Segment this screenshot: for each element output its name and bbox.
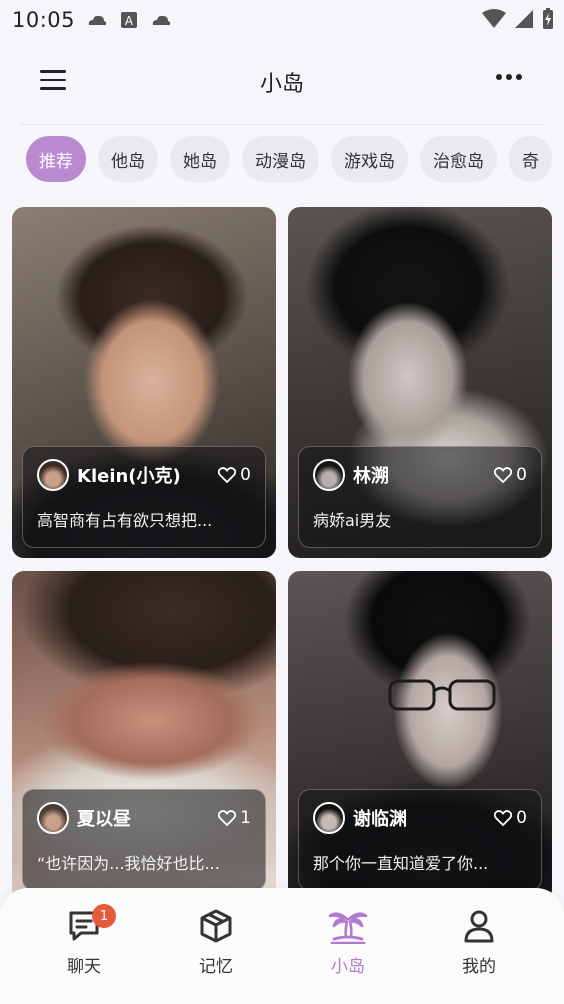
heart-icon bbox=[494, 810, 513, 826]
character-description: 病娇ai男友 bbox=[313, 511, 392, 530]
character-description: 那个你一直知道爱了你... bbox=[313, 854, 489, 873]
system-icons bbox=[482, 8, 554, 30]
notification-icons: A bbox=[87, 12, 171, 28]
status-bar: 10:05 A bbox=[0, 0, 564, 40]
heart-icon bbox=[494, 467, 513, 483]
tab-more-island[interactable]: 奇 bbox=[509, 136, 552, 182]
tab-recommend[interactable]: 推荐 bbox=[26, 136, 86, 182]
nav-label: 聊天 bbox=[67, 957, 101, 977]
battery-icon bbox=[543, 8, 553, 29]
nav-item-chat[interactable]: 1 聊天 bbox=[44, 904, 124, 977]
user-icon bbox=[464, 910, 494, 943]
cloud-icon bbox=[152, 15, 171, 25]
tab-anime-island[interactable]: 动漫岛 bbox=[242, 136, 319, 182]
header-divider bbox=[20, 124, 544, 125]
character-name: 林溯 bbox=[353, 466, 389, 487]
unread-badge: 1 bbox=[92, 904, 116, 928]
more-options-icon[interactable] bbox=[496, 74, 522, 80]
card-info-panel: 谢临渊 0 那个你一直知道爱了你... bbox=[298, 789, 542, 891]
wifi-icon bbox=[482, 9, 506, 28]
character-card[interactable]: 林溯 0 病娇ai男友 bbox=[288, 207, 552, 558]
nav-label: 我的 bbox=[462, 957, 496, 977]
avatar bbox=[313, 802, 345, 834]
character-card[interactable]: Klein(小克) 0 高智商有占有欲只想把... bbox=[12, 207, 276, 558]
avatar bbox=[37, 802, 69, 834]
category-tabs: 推荐 他岛 她岛 动漫岛 游戏岛 治愈岛 奇 bbox=[26, 136, 552, 184]
cube-icon bbox=[200, 909, 232, 943]
signal-icon bbox=[515, 10, 533, 28]
status-time: 10:05 bbox=[12, 8, 76, 32]
like-button[interactable]: 1 bbox=[218, 808, 251, 828]
card-info-panel: Klein(小克) 0 高智商有占有欲只想把... bbox=[22, 446, 266, 548]
character-name: Klein(小克) bbox=[77, 466, 181, 487]
glasses-icon bbox=[388, 679, 496, 711]
tab-healing-island[interactable]: 治愈岛 bbox=[420, 136, 497, 182]
bottom-navigation: 1 聊天 记忆 小岛 我的 bbox=[0, 888, 564, 1004]
like-button[interactable]: 0 bbox=[218, 465, 251, 485]
avatar bbox=[37, 459, 69, 491]
character-description: 高智商有占有欲只想把... bbox=[37, 511, 213, 530]
like-count: 0 bbox=[240, 465, 251, 485]
character-name: 谢临渊 bbox=[353, 809, 407, 830]
nav-label: 记忆 bbox=[199, 957, 233, 977]
page-title: 小岛 bbox=[259, 72, 304, 97]
like-button[interactable]: 0 bbox=[494, 465, 527, 485]
nav-item-memory[interactable]: 记忆 bbox=[176, 908, 256, 977]
nav-label: 小岛 bbox=[331, 957, 365, 977]
character-description: “也许因为...我恰好也比... bbox=[37, 854, 220, 873]
font-a-icon: A bbox=[121, 12, 138, 28]
tab-her-island[interactable]: 她岛 bbox=[170, 136, 230, 182]
like-button[interactable]: 0 bbox=[494, 808, 527, 828]
character-name: 夏以昼 bbox=[77, 809, 131, 830]
nav-item-island[interactable]: 小岛 bbox=[308, 908, 388, 977]
svg-text:A: A bbox=[125, 14, 134, 28]
like-count: 0 bbox=[516, 808, 527, 828]
heart-icon bbox=[218, 810, 237, 826]
tab-his-island[interactable]: 他岛 bbox=[98, 136, 158, 182]
character-card[interactable]: 谢临渊 0 那个你一直知道爱了你... bbox=[288, 571, 552, 901]
avatar bbox=[313, 459, 345, 491]
nav-item-me[interactable]: 我的 bbox=[439, 908, 519, 977]
palm-island-icon bbox=[328, 912, 368, 944]
menu-icon[interactable] bbox=[40, 70, 66, 92]
like-count: 0 bbox=[516, 465, 527, 485]
card-info-panel: 林溯 0 病娇ai男友 bbox=[298, 446, 542, 548]
cloud-icon bbox=[88, 15, 107, 25]
heart-icon bbox=[218, 467, 237, 483]
card-info-panel: 夏以昼 1 “也许因为...我恰好也比... bbox=[22, 789, 266, 891]
tab-game-island[interactable]: 游戏岛 bbox=[331, 136, 408, 182]
app-header: 小岛 bbox=[0, 52, 564, 112]
character-card[interactable]: 夏以昼 1 “也许因为...我恰好也比... bbox=[12, 571, 276, 901]
like-count: 1 bbox=[240, 808, 251, 828]
